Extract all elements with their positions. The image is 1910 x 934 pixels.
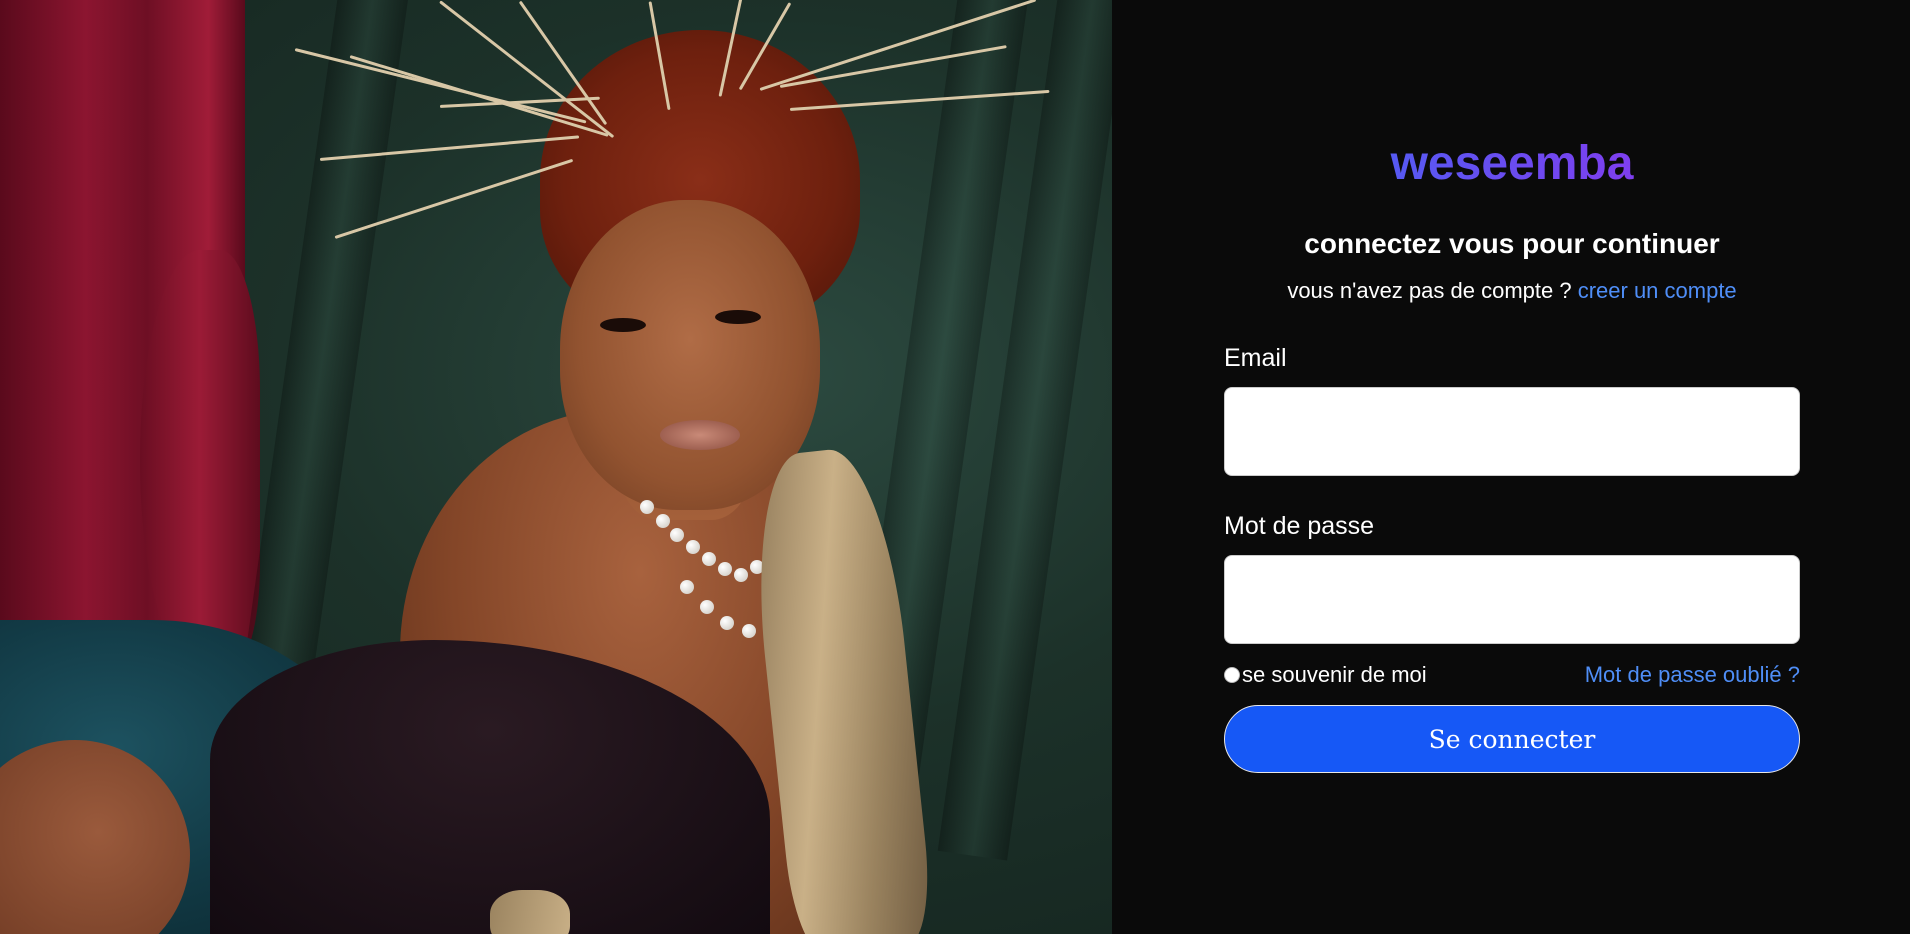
signup-prompt: vous n'avez pas de compte ? creer un com… — [1224, 278, 1800, 304]
login-button[interactable]: Se connecter — [1224, 705, 1800, 773]
forgot-password-link[interactable]: Mot de passe oublié ? — [1585, 662, 1800, 688]
login-page: weseemba connectez vous pour continuer v… — [0, 0, 1910, 934]
email-label: Email — [1224, 344, 1287, 372]
remember-me-radio[interactable] — [1224, 667, 1240, 683]
red-curtain — [0, 0, 260, 720]
remember-me-label[interactable]: se souvenir de moi — [1242, 662, 1427, 688]
face — [560, 200, 820, 510]
no-account-text: vous n'avez pas de compte ? — [1287, 278, 1572, 303]
login-panel: weseemba connectez vous pour continuer v… — [1112, 0, 1910, 934]
create-account-link[interactable]: creer un compte — [1578, 278, 1737, 303]
brand-logo: weseemba — [1224, 136, 1800, 192]
email-field[interactable] — [1224, 387, 1800, 476]
page-title: connectez vous pour continuer — [1304, 228, 1720, 259]
password-field[interactable] — [1224, 555, 1800, 644]
remember-me[interactable]: se souvenir de moi — [1224, 662, 1427, 688]
password-label: Mot de passe — [1224, 512, 1375, 540]
hero-photo — [0, 0, 1112, 934]
